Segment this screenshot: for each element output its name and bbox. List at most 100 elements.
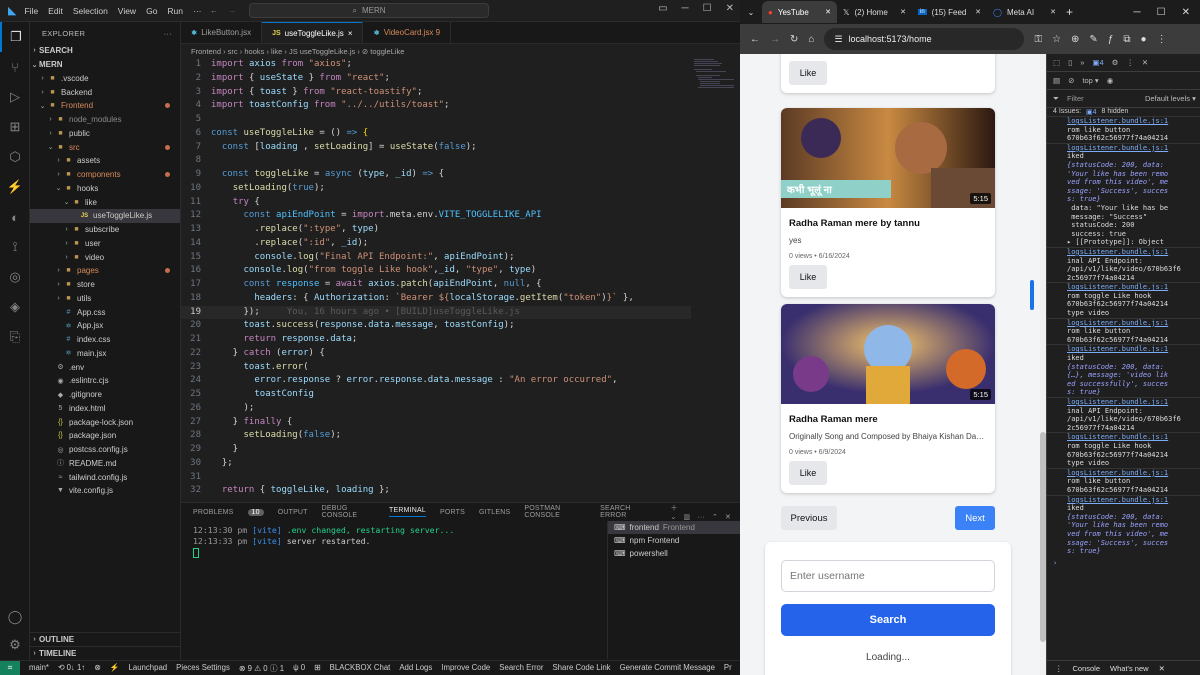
panel-tab[interactable]: PORTS — [440, 509, 465, 516]
status-item[interactable]: ⊞ — [314, 663, 321, 674]
log-levels-select[interactable]: Default levels ▾ — [1145, 94, 1196, 103]
status-item[interactable]: Generate Commit Message — [620, 663, 715, 674]
tree-item[interactable]: ⌄ ■ Frontend — [30, 99, 180, 113]
new-tab-icon[interactable]: + — [1066, 5, 1073, 19]
nav-forward-icon[interactable]: → — [228, 6, 236, 15]
panel-action-icon[interactable]: ▥ — [684, 514, 691, 521]
terminal-instance[interactable]: ⌨ frontend Frontend — [608, 521, 740, 534]
search-button[interactable]: Search — [781, 604, 995, 636]
device-icon[interactable]: ▯ — [1068, 58, 1072, 67]
status-item[interactable]: ⊗ 9 ⚠ 0 ⓘ 1 — [239, 663, 284, 674]
browser-tab[interactable]: ● YesTube ✕ — [762, 1, 837, 23]
browser-tab[interactable]: in (15) Feed ✕ — [912, 1, 987, 23]
timeline-section[interactable]: › TIMELINE — [30, 645, 181, 660]
minimize-icon[interactable]: ─ — [682, 3, 689, 14]
browser-tab[interactable]: ◯ Meta AI ✕ — [987, 1, 1062, 23]
panel-tab[interactable]: OUTPUT — [278, 509, 308, 516]
tree-item[interactable]: ⚙ .env — [30, 360, 180, 374]
log-source-link[interactable]: logsListener.bundle.js:1 — [1067, 469, 1168, 477]
minimap[interactable] — [694, 58, 734, 118]
status-item[interactable]: BLACKBOX Chat — [330, 663, 391, 674]
search-section[interactable]: › SEARCH — [30, 44, 180, 58]
menu-item[interactable]: Selection — [73, 6, 108, 16]
tree-item[interactable]: › ■ Backend — [30, 85, 180, 99]
tree-item[interactable]: ◆ .gitignore — [30, 388, 180, 402]
maximize-icon[interactable]: ☐ — [703, 3, 712, 14]
like-button[interactable]: Like — [789, 61, 827, 85]
minimize-icon[interactable]: ─ — [1134, 7, 1141, 18]
graph-icon[interactable]: ⟟ — [0, 232, 30, 262]
close-icon[interactable]: ✕ — [1182, 7, 1190, 18]
status-item[interactable]: ⊗ — [94, 663, 101, 674]
run-debug-icon[interactable]: ▷ — [0, 82, 30, 112]
tree-item[interactable]: JS useToggleLike.js — [30, 209, 180, 223]
status-item[interactable]: ⚡ — [110, 663, 120, 674]
panel-action-icon[interactable]: ⌃ — [712, 514, 718, 521]
console-log-entry[interactable]: logsListener.bundle.js:1 — [1047, 344, 1200, 354]
whats-new-tab[interactable]: What's new — [1110, 664, 1149, 673]
panel-tab[interactable]: TERMINAL — [389, 507, 426, 517]
profile-icon[interactable]: ● — [1141, 34, 1147, 45]
menu-item[interactable]: Edit — [48, 6, 63, 16]
filter-input[interactable]: Filter — [1067, 94, 1137, 103]
gitlens-icon[interactable]: ◐ — [0, 202, 30, 232]
status-item[interactable]: ψ 0 — [293, 663, 305, 674]
settings-gear-icon[interactable]: ⚙ — [0, 630, 30, 660]
video-thumbnail[interactable]: 5:15 — [781, 304, 995, 404]
console-log-entry[interactable]: logsListener.bundle.js:1 — [1047, 142, 1200, 153]
remote-indicator-icon[interactable]: ⌗ — [0, 661, 20, 675]
tree-item[interactable]: ⚛ App.jsx — [30, 319, 180, 333]
tree-item[interactable]: ◉ .eslintrc.cjs — [30, 374, 180, 388]
menu-item[interactable]: Go — [146, 6, 157, 16]
remote-icon[interactable]: ◎ — [0, 262, 30, 292]
tab-close-icon[interactable]: × — [348, 29, 353, 38]
status-item[interactable]: Share Code Link — [552, 663, 610, 674]
log-source-link[interactable]: logsListener.bundle.js:1 — [1067, 248, 1168, 256]
console-log-entry[interactable]: logsListener.bundle.js:1 — [1047, 467, 1200, 478]
lightning-icon[interactable]: ⚡ — [0, 172, 30, 202]
tree-item[interactable]: › ■ components — [30, 168, 180, 182]
log-source-link[interactable]: logsListener.bundle.js:1 — [1067, 345, 1168, 353]
chevron-double-icon[interactable]: » — [1080, 58, 1084, 67]
maximize-icon[interactable]: ☐ — [1157, 7, 1166, 18]
extensions-icon[interactable]: ⊞ — [0, 112, 30, 142]
video-title[interactable]: Radha Raman mere — [781, 404, 995, 429]
menu-item[interactable]: File — [24, 6, 38, 16]
sidebar-toggle-icon[interactable]: ▤ — [1053, 76, 1060, 85]
log-source-link[interactable]: logsListener.bundle.js:1 — [1067, 496, 1168, 504]
tree-item[interactable]: › ■ pages — [30, 264, 180, 278]
status-item[interactable]: Search Error — [499, 663, 543, 674]
tree-item[interactable]: ⓘ README.md — [30, 457, 180, 471]
tree-item[interactable]: {} package-lock.json — [30, 415, 180, 429]
log-source-link[interactable]: logsListener.bundle.js:1 — [1067, 144, 1168, 152]
video-card[interactable]: 5:15 Radha Raman mere Originally Song and … — [781, 304, 995, 493]
menu-item[interactable]: Run — [167, 6, 183, 16]
panel-action-icon[interactable]: ⌄ — [670, 514, 676, 521]
issues-row[interactable]: 4 Issues: ▣4 8 hidden — [1053, 108, 1128, 116]
status-item[interactable]: Add Logs — [399, 663, 432, 674]
cube-icon[interactable]: ⬡ — [0, 142, 30, 172]
tree-item[interactable]: › ■ .vscode — [30, 72, 180, 86]
terminal-instance[interactable]: ⌨ npm Frontend — [608, 534, 740, 547]
code-editor[interactable]: 1 import axios from "axios"; 2 import { us… — [181, 58, 691, 498]
context-select[interactable]: top ▾ — [1082, 76, 1098, 85]
tree-item[interactable]: › ■ video — [30, 250, 180, 264]
status-item[interactable]: ⟲ 0↓ 1↑ — [58, 663, 85, 674]
tree-item[interactable]: 5 index.html — [30, 402, 180, 416]
tab-close-icon[interactable]: ✕ — [825, 8, 831, 16]
tree-item[interactable]: ≈ tailwind.config.js — [30, 470, 180, 484]
close-icon[interactable]: ✕ — [726, 3, 734, 14]
console-prompt-icon[interactable]: › — [1047, 559, 1200, 568]
nav-back-icon[interactable]: ← — [210, 6, 218, 15]
tree-item[interactable]: ◎ postcss.config.js — [30, 443, 180, 457]
console-log-entry[interactable]: logsListener.bundle.js:1 — [1047, 432, 1200, 442]
username-input[interactable]: Enter username — [781, 560, 995, 592]
editor-tab[interactable]: ⚛ VideoCard.jsx 9 — [363, 22, 452, 43]
more-actions-icon[interactable]: ··· — [164, 29, 172, 38]
command-center[interactable]: ⌕ MERN — [249, 3, 489, 18]
log-source-link[interactable]: logsListener.bundle.js:1 — [1067, 283, 1168, 291]
drawer-menu-icon[interactable]: ⋮ — [1055, 664, 1063, 673]
console-drawer-tab[interactable]: Console — [1073, 664, 1101, 673]
tree-item[interactable]: # App.css — [30, 305, 180, 319]
eye-icon[interactable]: ◉ — [1107, 76, 1114, 85]
